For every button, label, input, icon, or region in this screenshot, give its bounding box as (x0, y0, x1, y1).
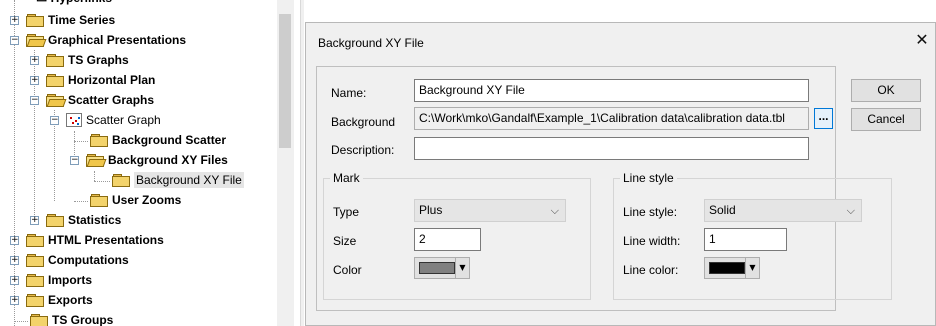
tree-item-background-scatter[interactable]: Background Scatter (90, 130, 226, 150)
tree-item-ts-graphs[interactable]: TS Graphs (46, 50, 129, 70)
tree-item-ts-groups[interactable]: TS Groups (30, 310, 113, 326)
type-select-value: Plus (419, 203, 443, 217)
expand-icon[interactable]: + (30, 56, 39, 65)
expand-icon[interactable]: + (10, 256, 19, 265)
folder-icon (26, 234, 44, 247)
collapse-icon[interactable]: − (50, 116, 59, 125)
tree-item-imports[interactable]: Imports (26, 270, 92, 290)
collapse-icon[interactable]: − (70, 156, 79, 165)
folder-icon (26, 274, 44, 287)
tree-item-graphical-presentations[interactable]: Graphical Presentations (26, 30, 186, 50)
close-icon[interactable]: ✕ (909, 29, 935, 51)
tree-line (14, 321, 28, 322)
name-field[interactable]: Background XY File (414, 79, 809, 102)
tree-item-hyperlink[interactable]: ▭ Hyperlinks (36, 0, 112, 8)
tree-scrollbar[interactable] (277, 0, 294, 326)
size-input[interactable]: 2 (414, 228, 481, 251)
scrollbar-thumb[interactable] (279, 14, 291, 148)
folder-icon (90, 134, 108, 147)
tree-item-horizontal-plan[interactable]: Horizontal Plan (46, 70, 155, 90)
folder-icon (26, 254, 44, 267)
collapse-icon[interactable]: − (30, 96, 39, 105)
description-label: Description: (331, 143, 395, 157)
tree-item-user-zooms[interactable]: User Zooms (90, 190, 181, 210)
tree-item-statistics[interactable]: Statistics (46, 210, 121, 230)
background-path-field[interactable]: C:\Work\mko\Gandalf\Example_1\Calibratio… (414, 107, 809, 130)
expand-icon[interactable]: + (10, 276, 19, 285)
folder-icon (46, 54, 64, 67)
tree-item-scatter-graph[interactable]: Scatter Graph (66, 110, 161, 130)
description-field[interactable] (414, 137, 809, 160)
folder-icon (26, 14, 44, 27)
tree-item-exports[interactable]: Exports (26, 290, 93, 310)
chevron-down-icon: ⌵ (550, 204, 559, 217)
line-style-group: Line style Line style: Solid ⌵ Line widt… (613, 171, 892, 300)
type-select[interactable]: Plus ⌵ (414, 199, 566, 222)
tree-line (74, 141, 88, 142)
open-folder-icon (26, 34, 47, 47)
tree-item-scatter-graphs[interactable]: Scatter Graphs (46, 90, 154, 110)
folder-icon (46, 214, 64, 227)
expand-icon[interactable]: + (10, 16, 19, 25)
folder-icon (90, 194, 108, 207)
project-tree: ▭ Hyperlinks + Time Series − Graphical P… (0, 0, 270, 326)
folder-icon (46, 74, 64, 87)
background-label: Background (331, 115, 396, 129)
mark-group: Mark Type Plus ⌵ Size 2 Color ▼ (323, 171, 591, 300)
folder-icon (30, 314, 48, 326)
tree-item-background-xy-file[interactable]: Background XY File (112, 170, 244, 190)
collapse-icon[interactable]: − (10, 36, 19, 45)
tree-item-time-series[interactable]: Time Series (26, 10, 115, 30)
open-folder-icon (86, 154, 107, 167)
dropdown-arrow-icon: ▼ (455, 258, 469, 278)
dialog-content-panel: Name: Background XY File Background C:\W… (316, 66, 892, 311)
line-style-select[interactable]: Solid ⌵ (704, 199, 862, 222)
chevron-down-icon: ⌵ (846, 204, 855, 217)
ok-button[interactable]: OK (851, 79, 921, 102)
type-label: Type (333, 205, 360, 219)
tree-item-computations[interactable]: Computations (26, 250, 129, 270)
tree-item-html-presentations[interactable]: HTML Presentations (26, 230, 164, 250)
color-swatch (709, 262, 745, 274)
browse-button[interactable]: ... (814, 108, 833, 129)
expand-icon[interactable]: + (10, 236, 19, 245)
line-width-label: Line width: (623, 234, 681, 248)
line-color-picker[interactable]: ▼ (704, 257, 760, 279)
line-width-input[interactable]: 1 (704, 228, 787, 251)
folder-icon (26, 294, 44, 307)
dialog-title: Background XY File (318, 36, 424, 50)
expand-icon[interactable]: + (10, 296, 19, 305)
line-style-label: Line style: (623, 205, 678, 219)
expand-icon[interactable]: + (30, 76, 39, 85)
scatter-graph-icon (66, 113, 82, 127)
line-style-select-value: Solid (709, 203, 736, 217)
splitter[interactable] (300, 0, 304, 326)
line-style-group-title: Line style (620, 171, 677, 185)
tree-line (94, 181, 110, 182)
mark-color-picker[interactable]: ▼ (414, 257, 470, 279)
size-label: Size (333, 234, 357, 248)
open-folder-icon (46, 94, 67, 107)
dropdown-arrow-icon: ▼ (745, 258, 759, 278)
mark-group-title: Mark (330, 171, 363, 185)
color-label: Color (333, 263, 362, 277)
expand-icon[interactable]: + (30, 216, 39, 225)
color-swatch (419, 262, 455, 274)
tree-item-background-xy-files[interactable]: Background XY Files (86, 150, 228, 170)
line-color-label: Line color: (623, 263, 679, 277)
tree-line (94, 171, 95, 181)
background-xy-file-dialog: Background XY File ✕ Name: Background XY… (305, 22, 936, 326)
tree-line (74, 201, 88, 202)
cancel-button[interactable]: Cancel (851, 108, 921, 131)
folder-icon (112, 174, 130, 187)
name-label: Name: (331, 86, 367, 100)
